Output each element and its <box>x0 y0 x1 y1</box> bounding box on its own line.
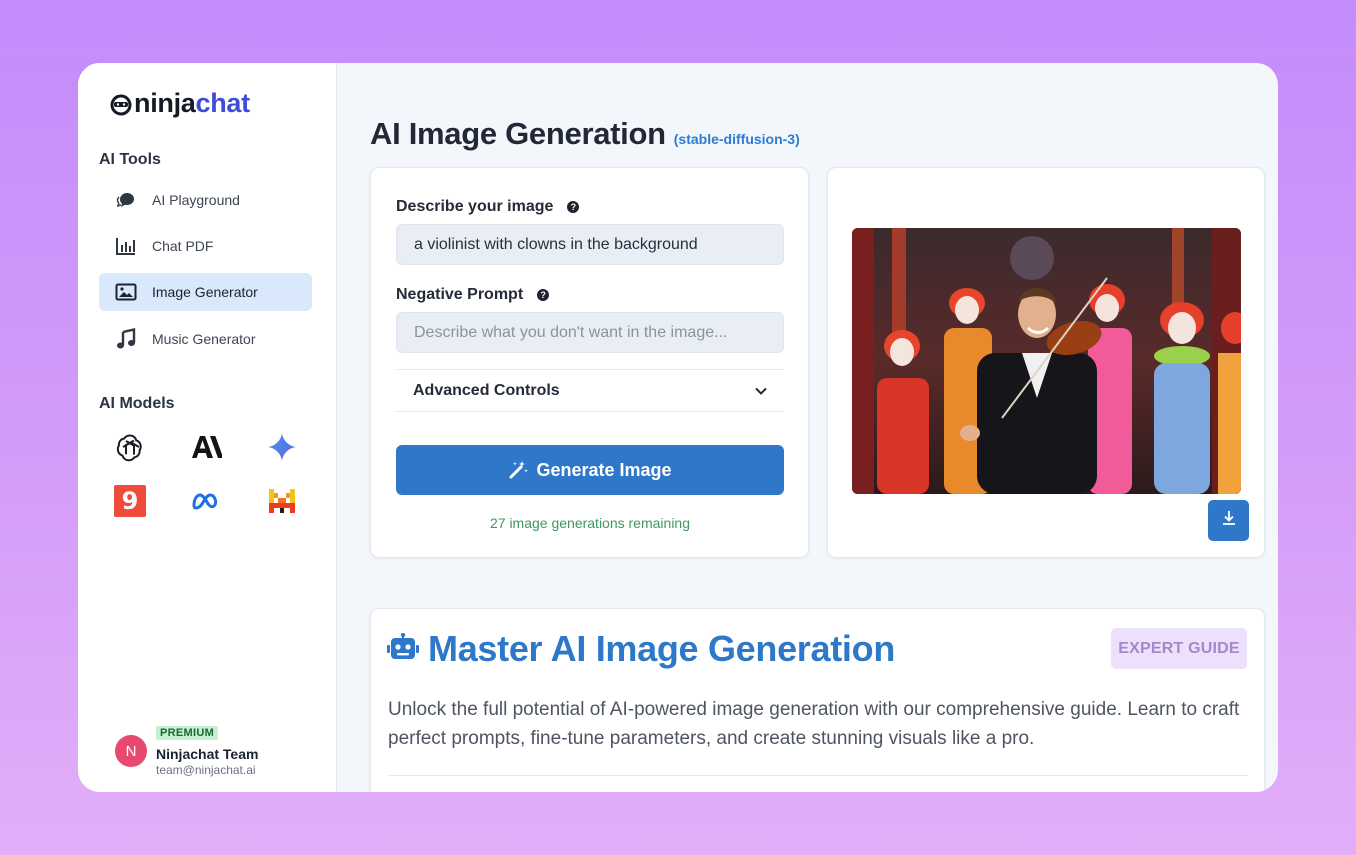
anthropic-icon[interactable] <box>189 430 223 464</box>
page-title: AI Image Generation (stable-diffusion-3) <box>370 116 800 152</box>
download-button[interactable] <box>1208 500 1249 541</box>
ai-models-heading: AI Models <box>99 395 175 412</box>
logo-text-suffix: chat <box>195 88 251 118</box>
sidebar-item-music-generator[interactable]: Music Generator <box>99 320 312 358</box>
music-note-icon <box>115 328 137 350</box>
download-icon <box>1221 510 1237 531</box>
generated-image-card <box>827 167 1265 558</box>
ninja-logo-icon <box>109 92 133 116</box>
prompt-form-card: Describe your image ? a violinist with c… <box>370 167 809 558</box>
logo-text-prefix: ninja <box>134 88 196 118</box>
model-tag: (stable-diffusion-3) <box>673 131 800 147</box>
prompt-label: Describe your image ? <box>396 198 580 216</box>
user-email: team@ninjachat.ai <box>156 763 256 777</box>
guide-card: Master AI Image Generation EXPERT GUIDE … <box>370 608 1265 792</box>
help-icon[interactable]: ? <box>567 201 580 213</box>
negative-prompt-input[interactable]: Describe what you don't want in the imag… <box>396 312 784 353</box>
chevron-down-icon <box>755 382 767 400</box>
avatar: N <box>115 735 147 767</box>
nine-icon-glyph: 9 <box>114 485 146 517</box>
guide-heading: Master AI Image Generation <box>428 628 896 669</box>
ai-tools-heading: AI Tools <box>99 151 161 168</box>
generate-image-button[interactable]: Generate Image <box>396 445 784 495</box>
help-icon[interactable]: ? <box>537 289 550 301</box>
app-window: ninjachat AI Tools AI Playground Chat PD… <box>78 63 1278 792</box>
meta-icon[interactable] <box>189 484 223 518</box>
negative-prompt-label: Negative Prompt ? <box>396 286 550 304</box>
generate-image-label: Generate Image <box>536 459 672 480</box>
main-content: AI Image Generation (stable-diffusion-3)… <box>337 63 1278 792</box>
divider <box>388 775 1248 776</box>
sidebar: ninjachat AI Tools AI Playground Chat PD… <box>78 63 337 792</box>
prompt-label-text: Describe your image <box>396 198 554 215</box>
robot-icon <box>387 632 419 666</box>
user-name: Ninjachat Team <box>156 746 259 762</box>
image-icon <box>115 281 137 303</box>
prompt-input[interactable]: a violinist with clowns in the backgroun… <box>396 224 784 265</box>
sidebar-item-chat-pdf[interactable]: Chat PDF <box>99 227 312 265</box>
nine-icon[interactable]: 9 <box>113 484 147 518</box>
sidebar-item-ai-playground[interactable]: AI Playground <box>99 181 312 219</box>
sidebar-item-label: AI Playground <box>152 192 240 208</box>
gemini-icon[interactable] <box>265 430 299 464</box>
sidebar-item-label: Music Generator <box>152 331 256 347</box>
page-title-text: AI Image Generation <box>370 116 666 151</box>
negative-prompt-label-text: Negative Prompt <box>396 286 524 303</box>
mistral-icon[interactable] <box>265 484 299 518</box>
guide-description: Unlock the full potential of AI-powered … <box>388 699 1240 749</box>
remaining-generations: 27 image generations remaining <box>489 515 690 531</box>
logo[interactable]: ninjachat <box>109 88 250 119</box>
advanced-controls-label: Advanced Controls <box>413 381 560 399</box>
magic-wand-icon <box>508 460 529 480</box>
chat-bubble-icon <box>115 189 137 211</box>
guide-title: Master AI Image Generation <box>387 628 895 670</box>
openai-icon[interactable] <box>113 430 147 464</box>
premium-badge: PREMIUM <box>156 726 219 740</box>
sidebar-item-image-generator[interactable]: Image Generator <box>99 273 312 311</box>
advanced-controls-toggle[interactable]: Advanced Controls <box>396 369 784 412</box>
sidebar-item-label: Image Generator <box>152 284 258 300</box>
expert-guide-badge: EXPERT GUIDE <box>1111 628 1247 669</box>
sidebar-item-label: Chat PDF <box>152 238 214 254</box>
bar-chart-icon <box>115 235 137 257</box>
generated-image[interactable] <box>852 228 1241 494</box>
